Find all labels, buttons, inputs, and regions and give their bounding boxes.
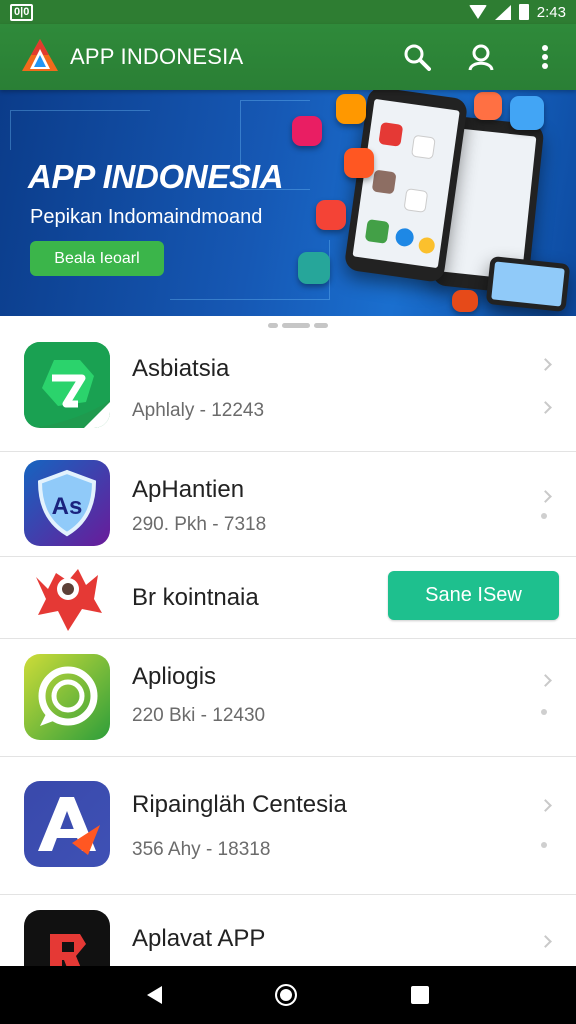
install-button[interactable]: Sane ISew	[388, 571, 559, 620]
battery-icon	[518, 4, 529, 20]
app-meta: 220 Bki - 12430	[132, 705, 266, 726]
floating-app-icon	[344, 148, 374, 178]
system-nav-bar	[0, 966, 576, 1024]
account-icon[interactable]	[466, 42, 496, 72]
list-item[interactable]: Br kointnaia Sane ISew	[0, 557, 576, 639]
tablet-illustration	[485, 255, 571, 313]
list-item[interactable]: Aplavat APP	[0, 895, 576, 996]
letter-a-icon	[24, 781, 110, 867]
promo-banner[interactable]: APP INDONESIA Pepikan Indomaindmoand Bea…	[0, 90, 576, 316]
brand-green-shield-icon	[24, 342, 110, 428]
back-icon[interactable]	[146, 986, 162, 1004]
status-bar: 0|0 2:43	[0, 0, 576, 24]
more-vert-icon[interactable]	[530, 42, 560, 72]
floating-app-icon	[298, 252, 330, 284]
chevron-right-icon[interactable]	[539, 401, 552, 414]
app-meta: Aphlaly - 12243	[132, 400, 265, 421]
app-bar: APP INDONESIA	[0, 24, 576, 90]
red-monster-icon	[26, 559, 108, 635]
app-meta: 290. Pkh - 7318	[132, 514, 267, 535]
home-icon[interactable]	[275, 984, 298, 1006]
pager-dot-active	[282, 323, 310, 328]
app-name: Asbiatsia	[132, 355, 230, 382]
floating-app-icon	[510, 96, 544, 130]
app-name: Apliogis	[132, 663, 217, 690]
recent-apps-icon[interactable]	[411, 986, 430, 1004]
chevron-right-icon[interactable]	[539, 358, 552, 371]
banner-cta-button[interactable]: Beala Ieoarl	[30, 241, 164, 276]
svg-text:As: As	[52, 493, 83, 520]
banner-pager	[268, 323, 328, 328]
app-name: Ripaingläh Centesia	[132, 791, 347, 818]
chevron-right-icon[interactable]	[539, 674, 552, 687]
chevron-right-icon[interactable]	[539, 935, 552, 948]
list-item[interactable]: Apliogis 220 Bki - 12430	[0, 639, 576, 757]
floating-app-icon	[316, 200, 346, 230]
app-title: APP INDONESIA	[70, 44, 244, 69]
floating-app-icon	[336, 94, 366, 124]
download-indicator-icon	[541, 709, 547, 715]
pager-dot	[314, 323, 328, 328]
status-badge: 0|0	[10, 3, 34, 21]
banner-title: APP INDONESIA	[28, 158, 284, 195]
app-name: Br kointnaia	[132, 584, 259, 611]
banner-subtitle: Pepikan Indomaindmoand	[30, 206, 263, 228]
app-name: ApHantien	[132, 476, 245, 503]
wifi-icon	[468, 5, 487, 19]
app-name: Aplavat APP	[132, 925, 266, 952]
floating-app-icon	[474, 92, 502, 120]
floating-app-icon	[292, 116, 322, 146]
floating-app-icon	[452, 290, 478, 312]
chevron-right-icon[interactable]	[539, 799, 552, 812]
shield-as-icon: As	[24, 460, 110, 546]
status-time: 2:43	[536, 3, 566, 21]
pager-dot	[268, 323, 278, 328]
signal-icon	[494, 4, 511, 20]
app-logo-icon	[20, 37, 60, 77]
chat-bubble-icon	[24, 654, 110, 740]
circuit-decoration	[10, 110, 150, 150]
app-meta: 356 Ahy - 18318	[132, 839, 271, 860]
list-item[interactable]: As ApHantien 290. Pkh - 7318	[0, 452, 576, 557]
list-item[interactable]: Asbiatsia Aphlaly - 12243	[0, 330, 576, 452]
chevron-right-icon[interactable]	[539, 490, 552, 503]
search-icon[interactable]	[402, 42, 432, 72]
download-indicator-icon	[541, 513, 547, 519]
download-indicator-icon	[541, 842, 547, 848]
list-item[interactable]: Ripaingläh Centesia 356 Ahy - 18318	[0, 757, 576, 895]
status-notification-badge: 0|0	[10, 3, 34, 21]
